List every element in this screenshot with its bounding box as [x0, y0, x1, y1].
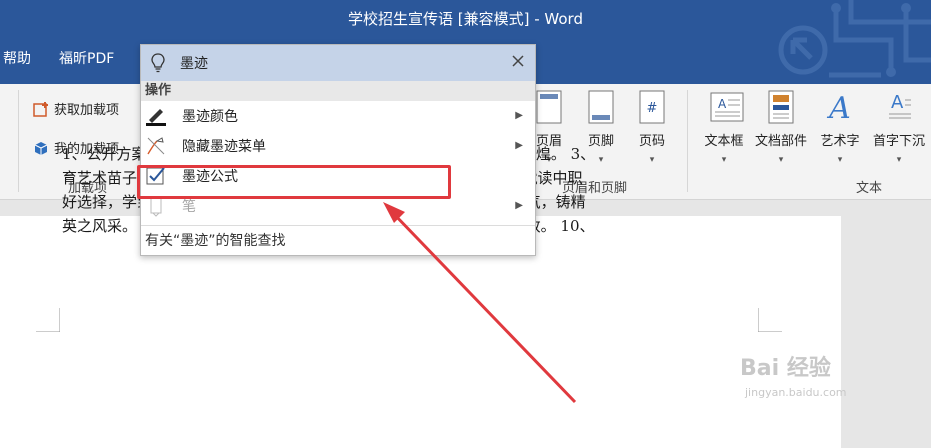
margin-corner-mark-left	[36, 308, 60, 332]
textbox-icon: A	[710, 90, 744, 124]
hide-ink-icon	[147, 137, 165, 155]
tab-foxit-pdf[interactable]: 福昕PDF	[59, 48, 114, 68]
dropcap-icon: A	[885, 90, 913, 124]
margin-corner-mark-right	[758, 308, 782, 332]
tell-me-search-bar[interactable]: 墨迹	[141, 45, 535, 81]
page-number-icon: #	[638, 90, 666, 124]
ink-color-icon	[146, 109, 166, 126]
tell-me-popup: 墨迹 操作 墨迹颜色 ▶ 隐藏墨迹菜单 ▶ 墨迹公式 笔 ▶ 有关“墨迹”的智能…	[140, 44, 536, 256]
lightbulb-icon	[151, 53, 165, 73]
submenu-arrow-icon: ▶	[515, 200, 523, 211]
quick-parts-icon	[767, 90, 795, 124]
svg-text:A: A	[826, 91, 851, 124]
menu-item-hide-ink[interactable]: 隐藏墨迹菜单 ▶	[141, 131, 535, 161]
addins-icon	[34, 141, 48, 155]
get-addins-label: 获取加载项	[54, 103, 120, 118]
quick-parts-label: 文档部件	[754, 134, 807, 149]
wordart-icon: A	[826, 90, 854, 126]
dropcap-button[interactable]: A 首字下沉 ▾	[868, 90, 930, 165]
highlight-box	[137, 165, 451, 199]
submenu-arrow-icon: ▶	[515, 110, 523, 121]
svg-text:A: A	[718, 97, 727, 111]
text-group-label: 文本	[856, 181, 883, 196]
watermark-url: jingyan.baidu.com	[745, 386, 847, 399]
close-icon[interactable]	[511, 54, 525, 68]
watermark-brand: Bai 经验	[740, 356, 831, 381]
circuit-decoration-icon	[778, 0, 931, 78]
footer-icon	[587, 90, 615, 124]
wordart-label: 艺术字	[820, 134, 860, 149]
wordart-button[interactable]: A 艺术字 ▾	[812, 90, 868, 165]
svg-text:A: A	[891, 92, 904, 113]
smart-lookup-link[interactable]: 有关“墨迹”的智能查找	[141, 225, 535, 255]
submenu-arrow-icon: ▶	[515, 140, 523, 151]
menu-item-label: 隐藏墨迹菜单	[182, 139, 266, 155]
actions-section-header: 操作	[141, 81, 535, 101]
header-icon	[535, 90, 563, 124]
svg-text:#: #	[647, 101, 658, 116]
menu-item-label: 笔	[182, 199, 196, 215]
get-addins-button[interactable]: 获取加载项	[33, 99, 119, 118]
tell-me-query[interactable]: 墨迹	[180, 53, 208, 73]
menu-item-ink-color[interactable]: 墨迹颜色 ▶	[141, 101, 535, 131]
dropcap-label: 首字下沉	[872, 134, 925, 149]
tab-help[interactable]: 帮助	[3, 48, 31, 68]
store-icon	[33, 101, 48, 117]
menu-item-label: 墨迹颜色	[182, 109, 238, 125]
